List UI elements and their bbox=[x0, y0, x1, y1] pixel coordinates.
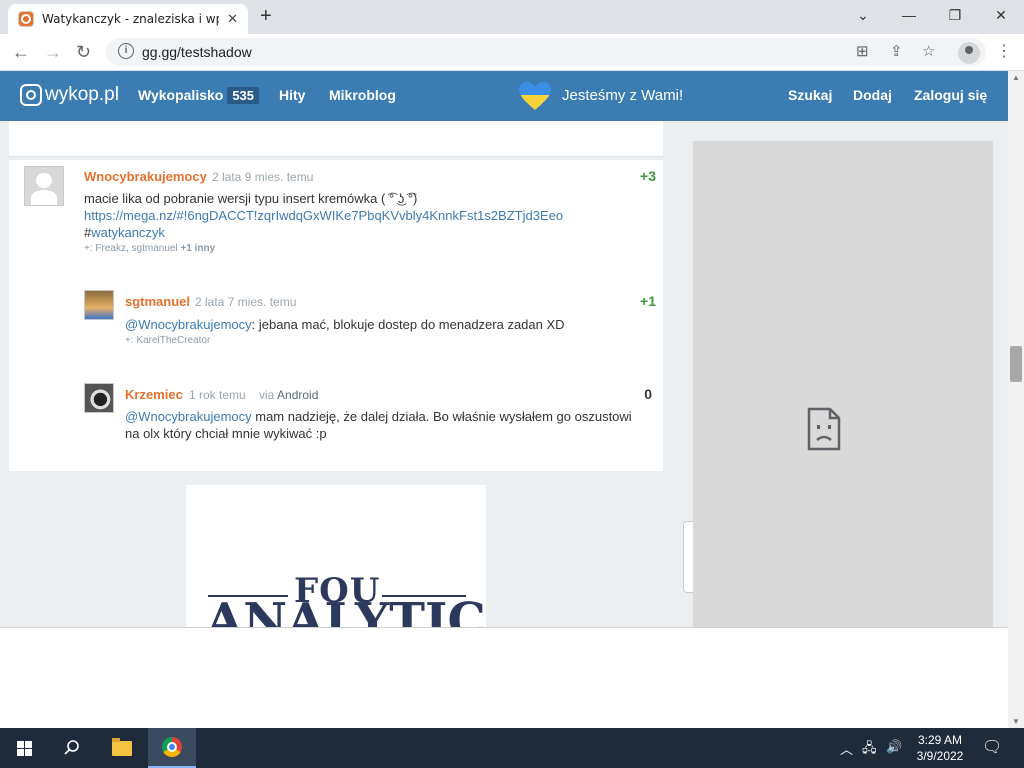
tab-close-icon[interactable]: ✕ bbox=[227, 11, 238, 27]
comment-via: via Android bbox=[259, 388, 318, 402]
browser-toolbar: ← → ↻ i gg.gg/testshadow ⊞ ⇪ ☆ ⋮ bbox=[0, 34, 1024, 71]
nav-wykopalisko[interactable]: Wykopalisko 535 bbox=[138, 87, 260, 104]
file-explorer-button[interactable] bbox=[98, 728, 146, 768]
scroll-down-arrow-icon[interactable]: ▼ bbox=[1012, 717, 1020, 726]
page-scrollbar[interactable]: ▲ ▼ bbox=[1008, 71, 1024, 728]
via-prefix: via bbox=[259, 388, 275, 402]
site-navbar: wykop.pl Wykopalisko 535 Hity Mikroblog J… bbox=[0, 71, 1008, 121]
start-button[interactable] bbox=[0, 728, 48, 768]
comment-text: @Wnocybrakujemocy: jebana mać, blokuje d… bbox=[125, 316, 565, 333]
comment-author[interactable]: Wnocybrakujemocy bbox=[84, 169, 207, 184]
nav-dodaj[interactable]: Dodaj bbox=[853, 87, 892, 103]
nav-szukaj[interactable]: Szukaj bbox=[788, 87, 832, 103]
translate-icon[interactable]: ⊞ bbox=[856, 42, 869, 60]
comment-time: 1 rok temu bbox=[189, 388, 246, 402]
previous-content-card bbox=[9, 121, 663, 157]
search-icon bbox=[64, 740, 79, 755]
back-button[interactable]: ← bbox=[12, 41, 30, 63]
plus-prefix: +: bbox=[125, 335, 134, 346]
clock-date: 3/9/2022 bbox=[916, 749, 964, 763]
scroll-up-arrow-icon[interactable]: ▲ bbox=[1012, 73, 1020, 82]
avatar[interactable] bbox=[84, 383, 114, 413]
tab-search-icon[interactable]: ⌄ bbox=[840, 4, 886, 26]
plus-voters[interactable]: +: KarelTheCreator bbox=[125, 335, 210, 346]
browser-tab[interactable]: Watykanczyk - znaleziska i wpisy ✕ bbox=[8, 4, 248, 34]
support-banner-text[interactable]: Jesteśmy z Wami! bbox=[562, 87, 683, 104]
folder-icon bbox=[112, 737, 132, 756]
volume-icon[interactable]: 🔊 bbox=[886, 739, 902, 755]
comment-time: 2 lata 9 mies. temu bbox=[212, 170, 314, 184]
comment-time: 2 lata 7 mies. temu bbox=[195, 295, 297, 309]
comment-score[interactable]: 0 bbox=[609, 386, 652, 402]
address-bar[interactable]: i gg.gg/testshadow ⊞ ⇪ ☆ bbox=[106, 38, 986, 66]
url-text[interactable]: gg.gg/testshadow bbox=[142, 44, 252, 60]
tab-title: Watykanczyk - znaleziska i wpisy bbox=[42, 12, 219, 26]
comment-score[interactable]: +3 bbox=[609, 168, 656, 184]
plus-more[interactable]: +1 inny bbox=[180, 243, 215, 254]
chrome-taskbar-button[interactable] bbox=[148, 728, 196, 768]
wykop-logo[interactable]: wykop.pl bbox=[20, 84, 119, 106]
plus-voters[interactable]: +: Freakz, sgtmanuel +1 inny bbox=[84, 243, 215, 254]
nav-hity[interactable]: Hity bbox=[279, 87, 305, 103]
nav-mikroblog[interactable]: Mikroblog bbox=[329, 87, 396, 103]
nav-zaloguj[interactable]: Zaloguj się bbox=[914, 87, 987, 103]
search-button[interactable] bbox=[48, 728, 96, 768]
profile-avatar-icon[interactable] bbox=[958, 42, 980, 64]
comment-text: macie lika od pobranie wersji typu inser… bbox=[84, 191, 418, 206]
reload-button[interactable]: ↻ bbox=[76, 41, 91, 63]
bottom-overlay-bar bbox=[0, 627, 1008, 728]
new-tab-button[interactable]: + bbox=[260, 6, 272, 26]
chrome-menu-icon[interactable]: ⋮ bbox=[996, 41, 1012, 61]
chrome-icon bbox=[162, 737, 182, 757]
comment-author[interactable]: Krzemiec bbox=[125, 387, 183, 402]
wykop-favicon-icon bbox=[18, 11, 34, 27]
share-icon[interactable]: ⇪ bbox=[890, 42, 903, 60]
page-viewport: wykop.pl Wykopalisko 535 Hity Mikroblog J… bbox=[0, 71, 1008, 728]
comment-body-line1: mam nadzieję, że dalej działa. Bo właśni… bbox=[251, 409, 632, 424]
wykop-logo-text: wykop.pl bbox=[45, 84, 119, 105]
tray-chevron-icon[interactable]: ︿ bbox=[840, 739, 853, 758]
mega-link[interactable]: https://mega.nz/#!6ngDACCT!zqrIwdqGxWIKe… bbox=[84, 207, 563, 224]
network-icon[interactable]: 🖧 bbox=[862, 739, 877, 761]
hashtag[interactable]: #watykanczyk bbox=[84, 224, 165, 241]
browser-tab-strip: Watykanczyk - znaleziska i wpisy ✕ + ⌄ —… bbox=[0, 0, 1024, 34]
broken-page-icon bbox=[807, 407, 841, 451]
comment-score[interactable]: +1 bbox=[609, 293, 656, 309]
ukraine-heart-icon bbox=[519, 82, 551, 110]
plus-users[interactable]: Freakz, sgtmanuel bbox=[95, 243, 177, 254]
wykopalisko-count-badge: 535 bbox=[227, 87, 260, 104]
site-info-icon[interactable]: i bbox=[118, 43, 134, 59]
restore-button[interactable]: ❐ bbox=[932, 4, 978, 26]
mention-link[interactable]: @Wnocybrakujemocy bbox=[125, 317, 252, 332]
comment-text: @Wnocybrakujemocy mam nadzieję, że dalej… bbox=[125, 408, 645, 442]
nav-wykopalisko-label: Wykopalisko bbox=[138, 87, 224, 103]
comment-body: : jebana mać, blokuje dostep do menadzer… bbox=[251, 317, 565, 332]
comment-body-line2: na olx który chciał mnie wykiwać :p bbox=[125, 426, 327, 441]
wykop-logo-icon bbox=[20, 84, 42, 106]
minimize-button[interactable]: — bbox=[886, 4, 932, 26]
side-panel-handle[interactable] bbox=[683, 521, 693, 593]
via-source[interactable]: Android bbox=[277, 388, 318, 402]
windows-taskbar: ︿ 🖧 🔊 3:29 AM 3/9/2022 🗨 bbox=[0, 728, 1024, 768]
avatar[interactable] bbox=[84, 290, 114, 320]
close-window-button[interactable]: ✕ bbox=[978, 4, 1024, 26]
bookmark-star-icon[interactable]: ☆ bbox=[922, 42, 935, 60]
plus-users[interactable]: KarelTheCreator bbox=[136, 335, 210, 346]
plus-prefix: +: bbox=[84, 243, 93, 254]
notifications-icon[interactable]: 🗨 bbox=[982, 737, 1002, 757]
scrollbar-thumb[interactable] bbox=[1010, 346, 1022, 382]
forward-button[interactable]: → bbox=[44, 41, 62, 63]
windows-logo-icon bbox=[16, 740, 32, 756]
comment-author[interactable]: sgtmanuel bbox=[125, 294, 190, 309]
comments-section: Wnocybrakujemocy 2 lata 9 mies. temu +3 … bbox=[9, 160, 663, 471]
hashtag-label[interactable]: watykanczyk bbox=[91, 225, 165, 240]
clock-time: 3:29 AM bbox=[917, 733, 963, 747]
avatar[interactable] bbox=[24, 166, 64, 206]
mention-link[interactable]: @Wnocybrakujemocy bbox=[125, 409, 252, 424]
system-clock[interactable]: 3:29 AM 3/9/2022 bbox=[910, 732, 970, 764]
